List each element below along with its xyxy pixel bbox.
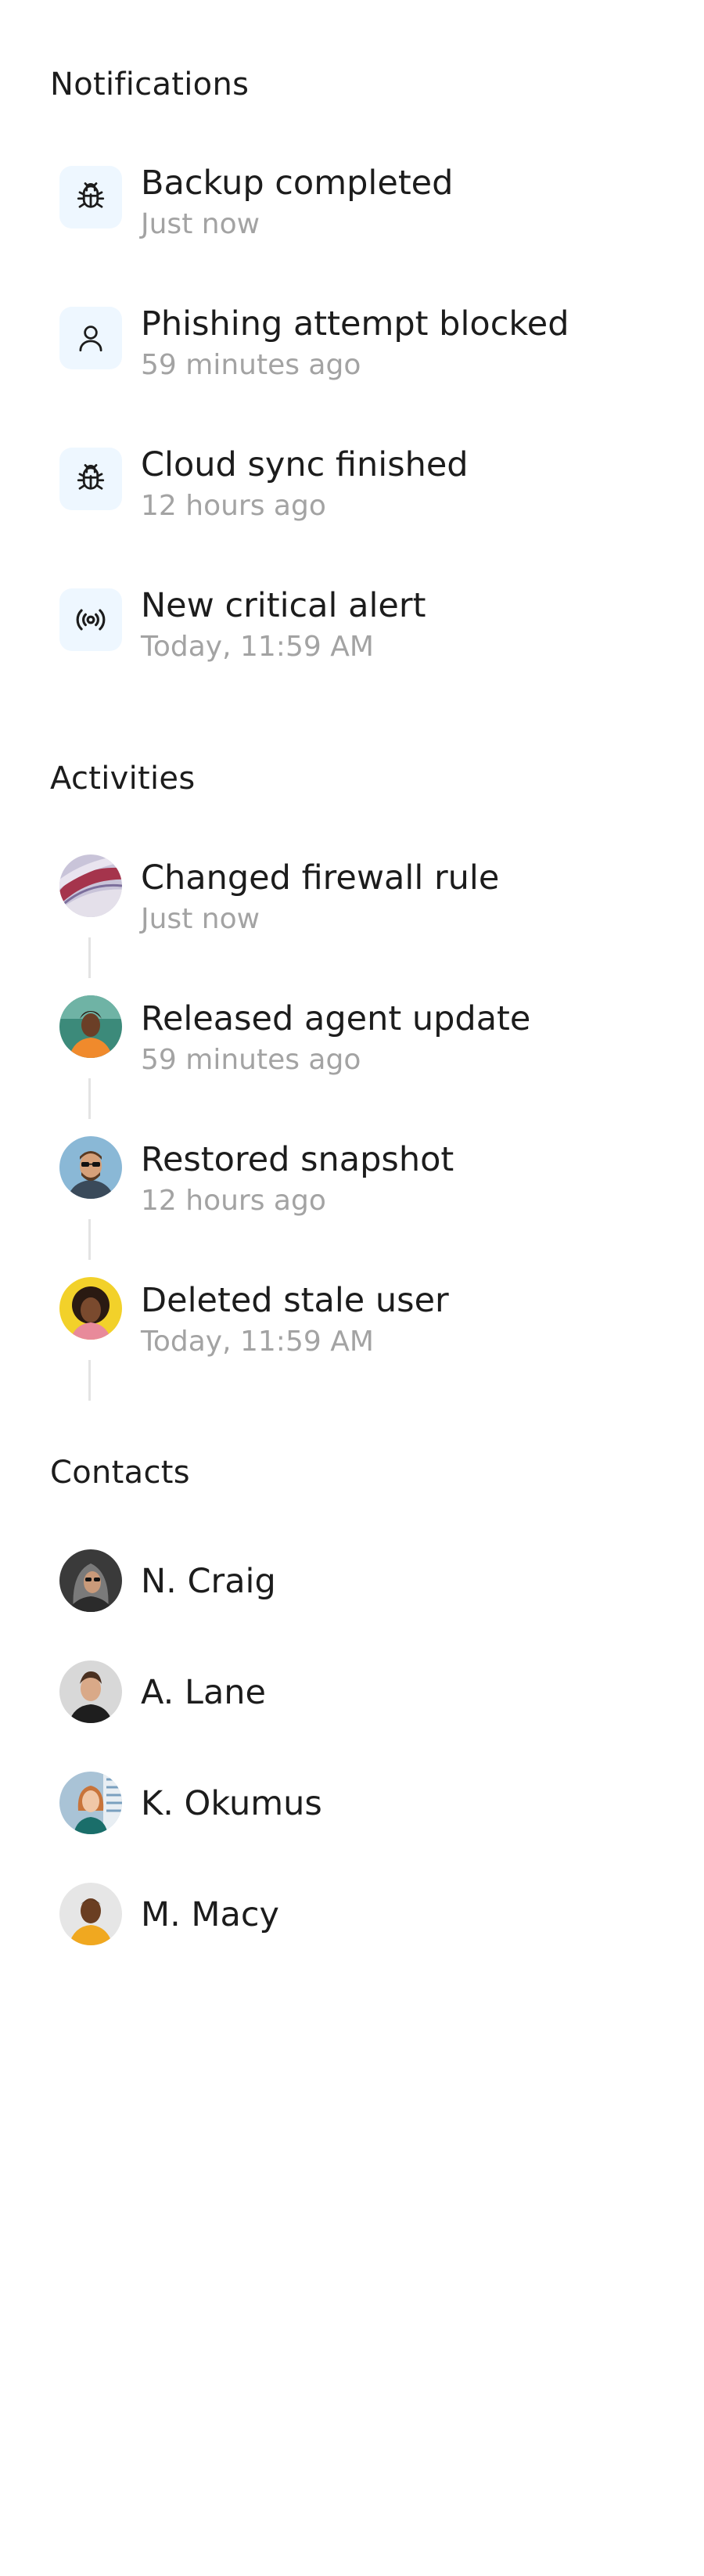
activity-item[interactable]: Changed firewall rule Just now <box>0 851 704 935</box>
sidebar-panel: Notifications Backup completed Just now … <box>0 0 704 2576</box>
timeline-connector <box>88 1219 91 1260</box>
activity-title: Changed firewall rule <box>141 858 500 898</box>
notification-time: 12 hours ago <box>141 490 326 522</box>
timeline-connector <box>88 937 91 978</box>
activities-heading: Activities <box>50 761 196 797</box>
contact-item[interactable]: A. Lane <box>0 1660 704 1723</box>
notification-title: Backup completed <box>141 164 454 203</box>
contact-item[interactable]: K. Okumus <box>0 1772 704 1834</box>
contact-item[interactable]: M. Macy <box>0 1883 704 1945</box>
timeline-connector <box>88 1078 91 1119</box>
bug-icon <box>59 448 122 510</box>
avatar <box>59 1772 122 1834</box>
notification-time: Just now <box>141 208 260 240</box>
notification-item[interactable]: New critical alert Today, 11:59 AM <box>0 579 704 663</box>
contact-name: K. Okumus <box>141 1784 322 1823</box>
broadcast-icon <box>59 588 122 651</box>
bug-icon <box>59 166 122 228</box>
contact-item[interactable]: N. Craig <box>0 1549 704 1612</box>
notification-item[interactable]: Backup completed Just now <box>0 157 704 240</box>
activity-item[interactable]: Restored snapshot 12 hours ago <box>0 1133 704 1217</box>
avatar <box>59 1136 122 1199</box>
avatar <box>59 1549 122 1612</box>
activity-time: Today, 11:59 AM <box>141 1326 374 1358</box>
avatar <box>59 995 122 1058</box>
notification-title: Phishing attempt blocked <box>141 304 569 344</box>
activity-time: 59 minutes ago <box>141 1044 361 1076</box>
avatar <box>59 1883 122 1945</box>
avatar <box>59 854 122 917</box>
activity-item[interactable]: Deleted stale user Today, 11:59 AM <box>0 1274 704 1358</box>
avatar <box>59 1277 122 1340</box>
contacts-heading: Contacts <box>50 1455 190 1491</box>
activity-time: 12 hours ago <box>141 1185 326 1217</box>
contact-name: M. Macy <box>141 1895 279 1934</box>
notification-item[interactable]: Phishing attempt blocked 59 minutes ago <box>0 297 704 381</box>
timeline-connector <box>88 1360 91 1401</box>
activity-time: Just now <box>141 903 260 935</box>
notification-item[interactable]: Cloud sync finished 12 hours ago <box>0 438 704 522</box>
contact-name: N. Craig <box>141 1562 276 1601</box>
avatar <box>59 1660 122 1723</box>
user-icon <box>59 307 122 369</box>
notification-time: 59 minutes ago <box>141 349 361 381</box>
contact-name: A. Lane <box>141 1673 267 1712</box>
activity-title: Restored snapshot <box>141 1140 454 1179</box>
notification-time: Today, 11:59 AM <box>141 631 374 663</box>
activity-title: Released agent update <box>141 999 531 1038</box>
notification-title: Cloud sync finished <box>141 445 469 484</box>
activity-item[interactable]: Released agent update 59 minutes ago <box>0 992 704 1076</box>
notifications-heading: Notifications <box>50 67 250 103</box>
notification-title: New critical alert <box>141 586 426 625</box>
activity-title: Deleted stale user <box>141 1281 449 1320</box>
